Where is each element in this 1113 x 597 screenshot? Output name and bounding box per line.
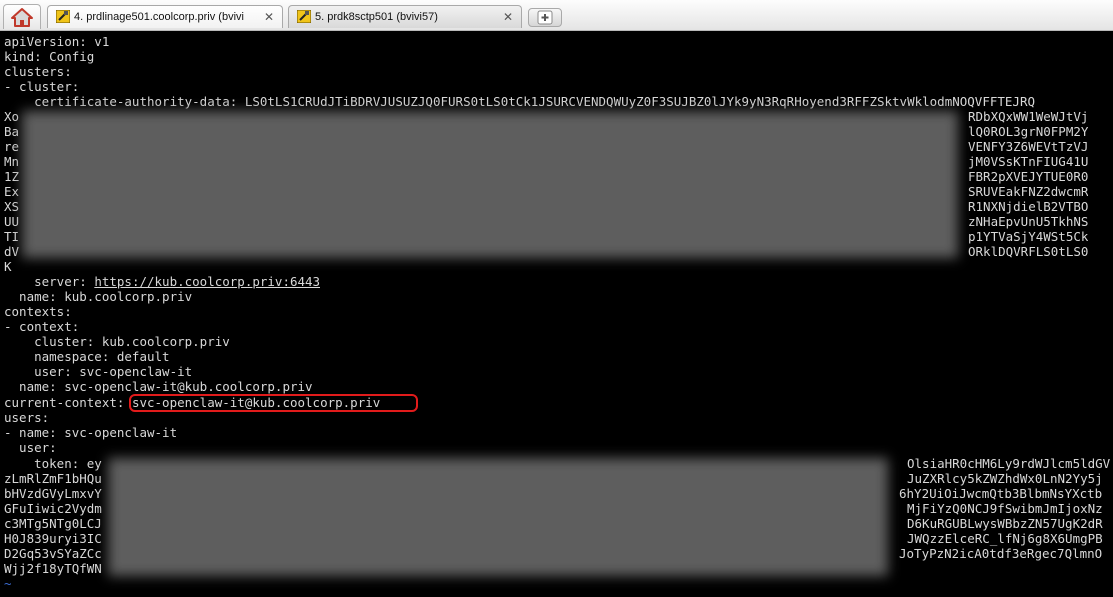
new-tab-plus-icon [537,10,553,25]
terminal-window[interactable]: apiVersion: v1 kind: Config clusters: - … [0,31,1113,597]
terminal-line: user: [4,440,57,455]
terminal-line: - name: svc-openclaw-it [4,425,178,440]
terminal-line: TI [4,229,20,244]
terminal-line: Ba [4,124,20,139]
redacted-token-blur [108,458,888,576]
terminal-line: certificate-authority-data: LS0tLS1CRUdJ… [4,94,1036,109]
terminal-line: jM0VSsKTnFIUG41U [968,154,1089,169]
terminal-line: bHVzdGVyLmxvY [4,486,102,501]
close-icon[interactable]: ✕ [262,10,276,24]
terminal-line: Xo [4,109,20,124]
terminal-line: - context: [4,319,80,334]
terminal-line: FBR2pXVEJYTUE0R0 [968,169,1089,184]
terminal-line: JoTyPzN2icA0tdf3eRgec7QlmnO [899,546,1103,561]
terminal-line: MjFiYzQ0NCJ9fSwibmJmIjoxNz [907,501,1103,516]
close-icon[interactable]: ✕ [501,10,515,24]
terminal-line: name: svc-openclaw-it@kub.coolcorp.priv [4,379,313,394]
home-button[interactable] [3,4,41,29]
terminal-line: c3MTg5NTg0LCJ [4,516,102,531]
terminal-line: D6KuRGUBLwysWBbzZN57UgK2dR [907,516,1103,531]
terminal-line: 1Z [4,169,20,184]
tab-bar: 4. prdlinage501.coolcorp.priv (bvivi ✕ 5… [0,0,1113,31]
terminal-line: JWQzzElceRC_lfNj6g8X6UmgPB [907,531,1103,546]
terminal-line: clusters: [4,64,72,79]
terminal-line: token: ey [4,456,102,471]
terminal-line: ORklDQVRFLS0tLS0 [968,244,1089,259]
terminal-line: zNHaEpvUnU5TkhNS [968,214,1089,229]
terminal-line: VENFY3Z6WEVtTzVJ [968,139,1089,154]
new-tab-button[interactable] [528,8,562,27]
terminal-line: Mn [4,154,20,169]
home-icon [11,8,33,27]
terminal-line: D2Gq53vSYaZCc [4,546,102,561]
terminal-line: H0J839uryi3IC [4,531,102,546]
server-url-link[interactable]: https://kub.coolcorp.priv:6443 [94,274,320,289]
terminal-line: GFuIiwic2Vydm [4,501,102,516]
terminal-line: - cluster: [4,79,80,94]
terminal-line: 6hY2UiOiJwcmQtb3BlbmNsYXctb [899,486,1103,501]
terminal-line: dV [4,244,20,259]
terminal-line: p1YTVaSjY4WSt5Ck [968,229,1089,244]
current-context-label: current-context: [4,395,132,410]
terminal-line: zLmRlZmF1bHQu [4,471,102,486]
terminal-line: re [4,139,20,154]
terminal-line: Wjj2f18yTQfWN [4,561,102,576]
terminal-line: JuZXRlcy5kZWZhdWx0LnN2Yy5j [907,471,1103,486]
terminal-line: apiVersion: v1 [4,34,110,49]
terminal-line: users: [4,410,50,425]
tab-label: 4. prdlinage501.coolcorp.priv (bvivi [74,11,244,23]
tab-prdlinage501[interactable]: 4. prdlinage501.coolcorp.priv (bvivi ✕ [47,5,283,28]
tab-prdk8sctp501[interactable]: 5. prdk8sctp501 (bvivi57) ✕ [288,5,522,28]
terminal-line: contexts: [4,304,72,319]
terminal-line: OlsiaHR0cHM6Ly9rdWJlcm5ldGV [907,456,1111,471]
terminal-line: RDbXQxWW1WeWJtVj [968,109,1089,124]
terminal-line: cluster: kub.coolcorp.priv [4,334,230,349]
terminal-line: UU [4,214,20,229]
terminal-line: kind: Config [4,49,95,64]
terminal-line: name: kub.coolcorp.priv [4,289,193,304]
terminal-line: ~ [4,576,12,591]
putty-icon [56,10,70,23]
terminal-line: K [4,259,12,274]
terminal-line: Ex [4,184,20,199]
current-context-highlight [129,394,418,412]
server-label: server: [4,274,95,289]
terminal-line: lQ0ROL3grN0FPM2Y [968,124,1089,139]
terminal-line: server: https://kub.coolcorp.priv:6443 [4,274,320,289]
terminal-line: XS [4,199,20,214]
terminal-line: user: svc-openclaw-it [4,364,193,379]
terminal-line: namespace: default [4,349,170,364]
terminal-line: SRUVEakFNZ2dwcmR [968,184,1089,199]
terminal-line: R1NXNjdielB2VTBO [968,199,1089,214]
redacted-certificate-blur [22,111,958,258]
tab-label: 5. prdk8sctp501 (bvivi57) [315,11,438,23]
putty-icon [297,10,311,23]
